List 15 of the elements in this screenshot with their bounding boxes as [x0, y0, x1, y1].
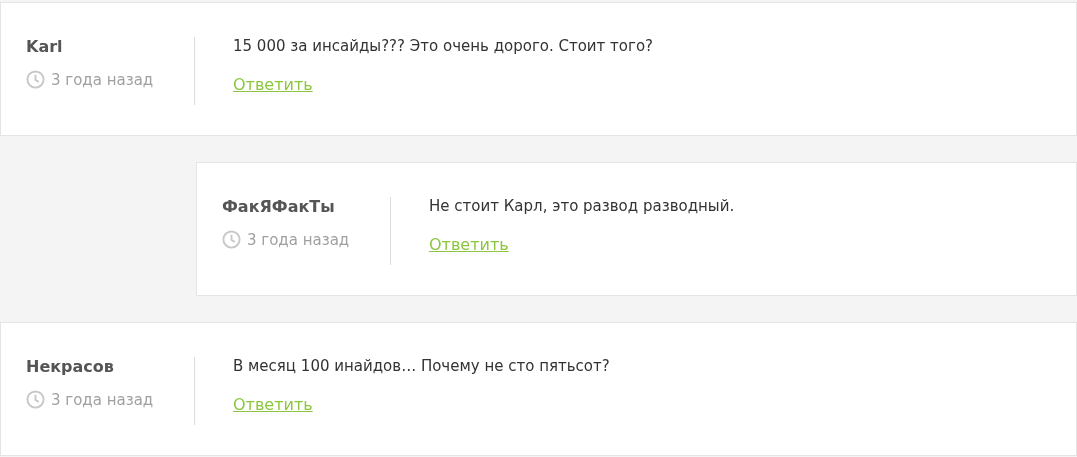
- comment-text: В месяц 100 инайдов… Почему не сто пятьсот?: [233, 357, 610, 375]
- comment-text: Не стоит Карл, это развод разводный.: [429, 197, 735, 215]
- comment-text: 15 000 за инсайды??? Это очень дорого. Стоит того?: [233, 37, 654, 55]
- comment-time: 3 года назад: [247, 230, 350, 249]
- comment-time: 3 года назад: [51, 70, 154, 89]
- reply-link[interactable]: Ответить: [429, 235, 509, 254]
- comment-author: Некрасов: [26, 357, 115, 376]
- comment-author: ФакЯФакТы: [222, 197, 336, 216]
- clock-icon: [26, 390, 45, 409]
- clock-icon: [222, 230, 241, 249]
- comment-author: Karl: [26, 37, 64, 56]
- reply-link[interactable]: Ответить: [233, 395, 313, 414]
- comment-time: 3 года назад: [51, 390, 154, 409]
- clock-icon: [26, 70, 45, 89]
- reply-link[interactable]: Ответить: [233, 75, 313, 94]
